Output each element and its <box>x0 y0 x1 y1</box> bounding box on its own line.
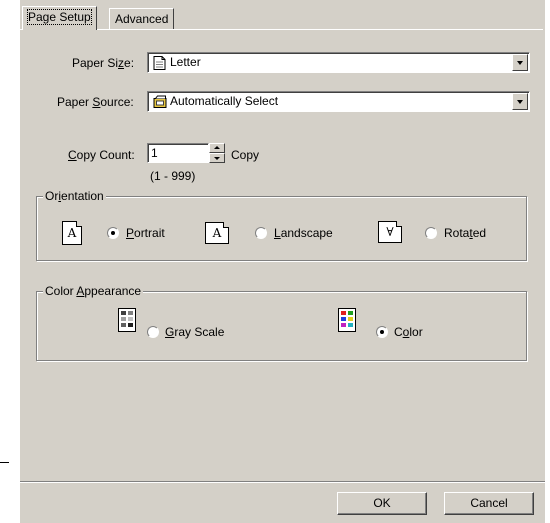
rotated-label[interactable]: Rotated <box>444 225 486 241</box>
paper-source-dropdown-button[interactable] <box>512 93 528 110</box>
color-radio[interactable] <box>376 326 388 338</box>
color-swatch-icon <box>338 308 356 332</box>
tab-advanced[interactable]: Advanced <box>109 8 175 29</box>
chevron-down-icon <box>517 61 523 65</box>
page-setup-dialog: Page Setup Advanced Paper Size: Letter P… <box>20 0 545 523</box>
paper-source-label: Paper Source: <box>57 95 134 109</box>
grayscale-swatch-icon <box>118 308 136 332</box>
copy-count-label: Copy Count: <box>68 148 135 162</box>
spin-up-button[interactable] <box>209 143 225 153</box>
landscape-page-icon: A <box>205 222 229 244</box>
paper-source-combo[interactable]: Automatically Select <box>147 91 530 112</box>
portrait-radio[interactable] <box>107 227 119 239</box>
tab-panel-page-setup: Paper Size: Letter Paper Source: Automat… <box>20 29 543 481</box>
arrow-up-icon <box>214 146 220 149</box>
paper-size-dropdown-button[interactable] <box>512 54 528 71</box>
arrow-down-icon <box>214 157 220 160</box>
orientation-group: Orientation A Portrait A Landscape ∀ Rot… <box>36 188 527 261</box>
landscape-label[interactable]: Landscape <box>274 225 333 241</box>
paper-size-value: Letter <box>170 55 201 69</box>
tab-page-setup[interactable]: Page Setup <box>22 6 97 30</box>
grayscale-label[interactable]: Gray Scale <box>165 324 224 340</box>
cancel-button[interactable]: Cancel <box>444 492 534 515</box>
color-appearance-group: Color Appearance Gray Scale Color <box>36 283 527 361</box>
paper-size-combo[interactable]: Letter <box>147 52 530 73</box>
color-appearance-legend: Color Appearance <box>43 283 144 299</box>
document-icon <box>153 56 166 70</box>
chevron-down-icon <box>517 100 523 104</box>
ok-button[interactable]: OK <box>337 492 427 515</box>
paper-source-value: Automatically Select <box>170 94 279 108</box>
edge-line <box>0 462 9 463</box>
tab-advanced-label: Advanced <box>115 12 169 26</box>
copy-range-label: (1 - 999) <box>150 169 196 183</box>
tab-page-setup-label: Page Setup <box>27 9 92 25</box>
copy-count-input[interactable]: 1 <box>147 143 209 163</box>
paper-size-label: Paper Size: <box>72 56 135 70</box>
orientation-legend: Orientation <box>43 188 106 204</box>
color-label[interactable]: Color <box>394 324 423 340</box>
grayscale-radio[interactable] <box>147 326 159 338</box>
rotated-radio[interactable] <box>425 227 437 239</box>
landscape-radio[interactable] <box>255 227 267 239</box>
copy-unit-label: Copy <box>231 148 260 162</box>
copy-count-spinner[interactable] <box>209 143 225 163</box>
tray-icon <box>153 95 167 108</box>
spin-down-button[interactable] <box>209 153 225 163</box>
portrait-page-icon: A <box>62 221 82 245</box>
portrait-label[interactable]: Portrait <box>126 225 165 241</box>
footer-separator <box>20 481 545 483</box>
rotated-page-icon: ∀ <box>378 221 402 243</box>
